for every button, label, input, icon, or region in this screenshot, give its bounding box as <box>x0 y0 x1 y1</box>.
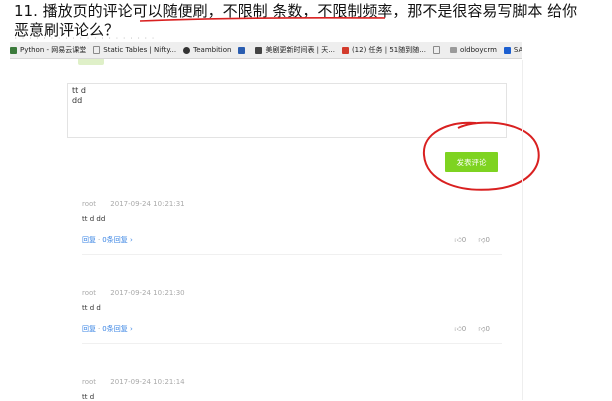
url-fragment: · · · · · · · · · · · · · · · · · · · · <box>14 35 155 42</box>
comment-divider <box>82 343 502 344</box>
page-icon <box>93 46 101 54</box>
active-tab-indicator <box>78 59 104 65</box>
teambition-icon <box>183 46 191 54</box>
comment-text: tt d dd <box>82 215 106 223</box>
vote-group: 👍︎0 👎︎0 <box>444 235 490 244</box>
comment-user: root <box>82 289 97 297</box>
bookmark-label: Python - 网易云课堂 <box>20 46 87 54</box>
bookmark-item[interactable]: 美剧更新时间表 | 天... <box>255 45 335 55</box>
bookmarks-bar: Python - 网易云课堂 Static Tables | Nifty... … <box>10 42 522 59</box>
question-line-1: 11. 播放页的评论可以随便刷，不限制 条数，不限制频率，那不是很容易写脚本 给… <box>14 2 578 20</box>
comment-meta: root 2017-09-24 10:21:31 <box>82 200 502 208</box>
chevron-right-icon[interactable]: › <box>130 236 133 244</box>
dislike-button[interactable]: 👎︎0 <box>478 236 490 244</box>
task-icon <box>341 46 349 54</box>
bookmark-item[interactable]: SANKEO - Bra <box>503 46 522 54</box>
textarea-line: tt d <box>72 86 86 95</box>
python-icon <box>10 46 17 54</box>
thumbs-up-icon: 👍︎ <box>454 325 462 333</box>
comment-divider <box>82 254 502 255</box>
comment-user: root <box>82 378 97 386</box>
bookmark-item[interactable]: Python - 网易云课堂 <box>10 45 86 55</box>
comment-meta: root 2017-09-24 10:21:30 <box>82 289 502 297</box>
dislike-count: 0 <box>485 236 490 244</box>
comment-time: 2017-09-24 10:21:30 <box>110 289 185 297</box>
like-button[interactable]: 👍︎0 <box>454 236 466 244</box>
post-comment-button[interactable]: 发表评论 <box>445 152 498 172</box>
reply-links: 回复 · 0条回复 › <box>82 324 133 334</box>
like-count: 0 <box>461 325 467 333</box>
reply-link[interactable]: 回复 <box>82 236 96 244</box>
dislike-button[interactable]: 👎︎0 <box>478 325 490 333</box>
comment-user: root <box>82 200 97 208</box>
bookmark-item[interactable]: Teambition <box>183 46 231 54</box>
bookmark-item[interactable]: (12) 任务 | 51随到随... <box>341 45 426 55</box>
bookmark-item[interactable]: Static Tables | Nifty... <box>93 46 176 54</box>
comment-time: 2017-09-24 10:21:14 <box>110 378 185 386</box>
bookmark-label: 美剧更新时间表 | 天... <box>265 46 335 54</box>
bookmark-label: SANKEO - Bra <box>513 46 522 54</box>
reply-link[interactable]: 回复 <box>82 325 96 333</box>
replies-count-link[interactable]: 0条回复 <box>102 325 127 333</box>
page-icon <box>432 46 440 54</box>
comment-item: root 2017-09-24 10:21:30 tt d d 回复 · 0条回复 … <box>82 289 502 344</box>
comment-textarea[interactable]: tt d dd <box>67 83 507 138</box>
bookmark-icon <box>238 46 246 54</box>
bookmark-item[interactable] <box>238 46 248 54</box>
bookmark-label: (12) 任务 | 51随到随... <box>351 46 426 54</box>
chevron-right-icon[interactable]: › <box>130 325 133 333</box>
replies-count-link[interactable]: 0条回复 <box>102 236 127 244</box>
bookmark-label: oldboycrm <box>459 46 497 54</box>
like-button[interactable]: 👍︎0 <box>454 325 466 333</box>
comment-item: root 2017-09-24 10:21:14 tt d <box>82 378 502 401</box>
bookmark-item[interactable]: oldboycrm <box>449 46 497 54</box>
right-margin <box>604 0 612 400</box>
comment-text: tt d d <box>82 304 101 312</box>
bookmark-label: Teambition <box>193 46 232 54</box>
comment-meta: root 2017-09-24 10:21:14 <box>82 378 502 386</box>
comment-actions: 回复 · 0条回复 › 👍︎0 👎︎0 <box>82 235 502 247</box>
comment-item: root 2017-09-24 10:21:31 tt d dd 回复 · 0条回复… <box>82 200 502 255</box>
dislike-count: 0 <box>485 325 490 333</box>
comment-time: 2017-09-24 10:21:31 <box>110 200 185 208</box>
be-icon <box>503 46 511 54</box>
thumbs-up-icon: 👍︎ <box>454 236 462 244</box>
comment-actions: 回复 · 0条回复 › 👍︎0 👎︎0 <box>82 324 502 336</box>
separator-dot: · <box>98 236 101 244</box>
separator-dot: · <box>98 325 101 333</box>
bookmark-item[interactable] <box>432 46 443 54</box>
tv-icon <box>255 46 263 54</box>
reply-links: 回复 · 0条回复 › <box>82 235 133 245</box>
page-content: tt d dd 发表评论 root 2017-09-24 10:21:31 tt… <box>10 59 522 401</box>
thumbs-down-icon: 👎︎ <box>478 236 486 244</box>
vote-group: 👍︎0 👎︎0 <box>444 324 490 333</box>
bookmark-label: Static Tables | Nifty... <box>103 46 177 54</box>
folder-icon <box>449 47 457 53</box>
like-count: 0 <box>461 236 467 244</box>
textarea-line: dd <box>72 96 83 105</box>
page-right-border <box>522 60 523 400</box>
thumbs-down-icon: 👎︎ <box>478 325 486 333</box>
